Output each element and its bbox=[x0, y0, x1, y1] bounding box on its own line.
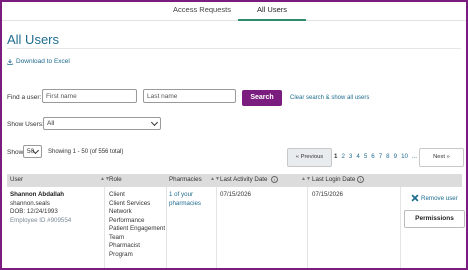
showing-count: Showing 1 - 50 (of 556 total) bbox=[48, 149, 124, 155]
clear-search-link[interactable]: Clear search & show all users bbox=[290, 95, 369, 101]
page-link[interactable]: 8 bbox=[386, 153, 389, 160]
close-icon bbox=[411, 194, 419, 202]
app-frame: Access Requests All Users All Users Down… bbox=[0, 0, 468, 270]
header-user[interactable]: User bbox=[10, 176, 23, 183]
previous-page-button[interactable]: « Previous bbox=[287, 148, 332, 167]
search-button[interactable]: Search bbox=[242, 90, 282, 106]
page-link[interactable]: 2 bbox=[341, 153, 344, 160]
title-divider bbox=[7, 48, 461, 49]
remove-user-button[interactable]: Remove user bbox=[411, 194, 458, 202]
download-icon bbox=[7, 58, 13, 65]
role-item: Pharmacist bbox=[109, 242, 140, 249]
header-last-login[interactable]: Last Login Date bbox=[312, 176, 355, 183]
show-users-value: All bbox=[47, 120, 55, 127]
download-label: Download to Excel bbox=[16, 58, 70, 65]
column-divider bbox=[166, 187, 167, 268]
header-pharmacies[interactable]: Pharmacies bbox=[169, 176, 202, 183]
next-page-button[interactable]: Next » bbox=[419, 148, 464, 167]
column-divider bbox=[216, 187, 217, 268]
tab-access-requests[interactable]: Access Requests bbox=[172, 4, 232, 19]
tab-bar: Access Requests All Users bbox=[2, 2, 466, 21]
user-cell: Shannon Abdallah shannon.seals DOB: 12/2… bbox=[10, 191, 71, 225]
pharmacies-link[interactable]: 1 of your pharmacies bbox=[169, 191, 213, 208]
sort-icon[interactable]: ▲▼ bbox=[301, 176, 311, 182]
last-login-value: 07/15/2026 bbox=[312, 191, 343, 198]
page-link[interactable]: 4 bbox=[356, 153, 359, 160]
role-item: Patient Engagement bbox=[109, 225, 166, 232]
first-name-input[interactable]: First name bbox=[42, 89, 137, 103]
download-excel-link[interactable]: Download to Excel bbox=[7, 58, 70, 65]
page-link[interactable]: 3 bbox=[349, 153, 352, 160]
page-link[interactable]: 5 bbox=[364, 153, 367, 160]
info-icon[interactable]: i bbox=[357, 176, 364, 183]
show-users-label: Show Users: bbox=[7, 121, 44, 128]
user-employee-id: Employee ID #909554 bbox=[10, 216, 72, 224]
role-item: Performance bbox=[109, 216, 145, 224]
table-row: Shannon Abdallah shannon.seals DOB: 12/2… bbox=[7, 186, 462, 268]
page-link[interactable]: 6 bbox=[371, 153, 374, 160]
page-size-select[interactable]: 50 bbox=[23, 145, 42, 158]
role-item: Client Services bbox=[109, 199, 151, 207]
find-user-label: Find a user: bbox=[7, 94, 42, 101]
role-item: Team bbox=[109, 233, 125, 241]
remove-user-label: Remove user bbox=[421, 194, 458, 202]
header-last-activity[interactable]: Last Activity Date bbox=[220, 176, 267, 183]
role-item: Program bbox=[109, 250, 133, 258]
page-numbers: 1 2 3 4 5 6 7 8 9 10 ... bbox=[334, 153, 417, 160]
page-title: All Users bbox=[7, 32, 60, 47]
info-icon[interactable]: i bbox=[271, 176, 278, 183]
permissions-button[interactable]: Permissions bbox=[404, 210, 465, 228]
user-name: Shannon Abdallah bbox=[10, 191, 65, 198]
role-item: Network bbox=[109, 208, 132, 215]
role-item: Client bbox=[109, 191, 125, 198]
role-cell: Client Client Services Network Performan… bbox=[109, 191, 165, 259]
sort-icon[interactable]: ▲▼ bbox=[210, 176, 220, 182]
column-divider bbox=[104, 187, 105, 268]
page-link[interactable]: 1 bbox=[334, 153, 337, 160]
tab-all-users[interactable]: All Users bbox=[238, 4, 306, 21]
page-link[interactable]: 9 bbox=[394, 153, 397, 160]
user-username: shannon.seals bbox=[10, 199, 50, 207]
last-name-input[interactable]: Last name bbox=[143, 89, 236, 103]
table-header: User ▲▼ Role Pharmacies ▲▼ Last Activity… bbox=[7, 174, 462, 186]
page-link[interactable]: 7 bbox=[379, 153, 382, 160]
last-activity-value: 07/15/2026 bbox=[220, 191, 251, 198]
user-dob: DOB: 12/24/1993 bbox=[10, 208, 58, 215]
header-role[interactable]: Role bbox=[109, 176, 122, 183]
page-link[interactable]: 10 bbox=[401, 153, 408, 160]
column-divider bbox=[400, 187, 401, 268]
show-users-select[interactable]: All bbox=[43, 117, 161, 130]
page-ellipsis: ... bbox=[411, 153, 418, 160]
chevron-down-icon bbox=[150, 118, 159, 127]
column-divider bbox=[307, 187, 308, 268]
